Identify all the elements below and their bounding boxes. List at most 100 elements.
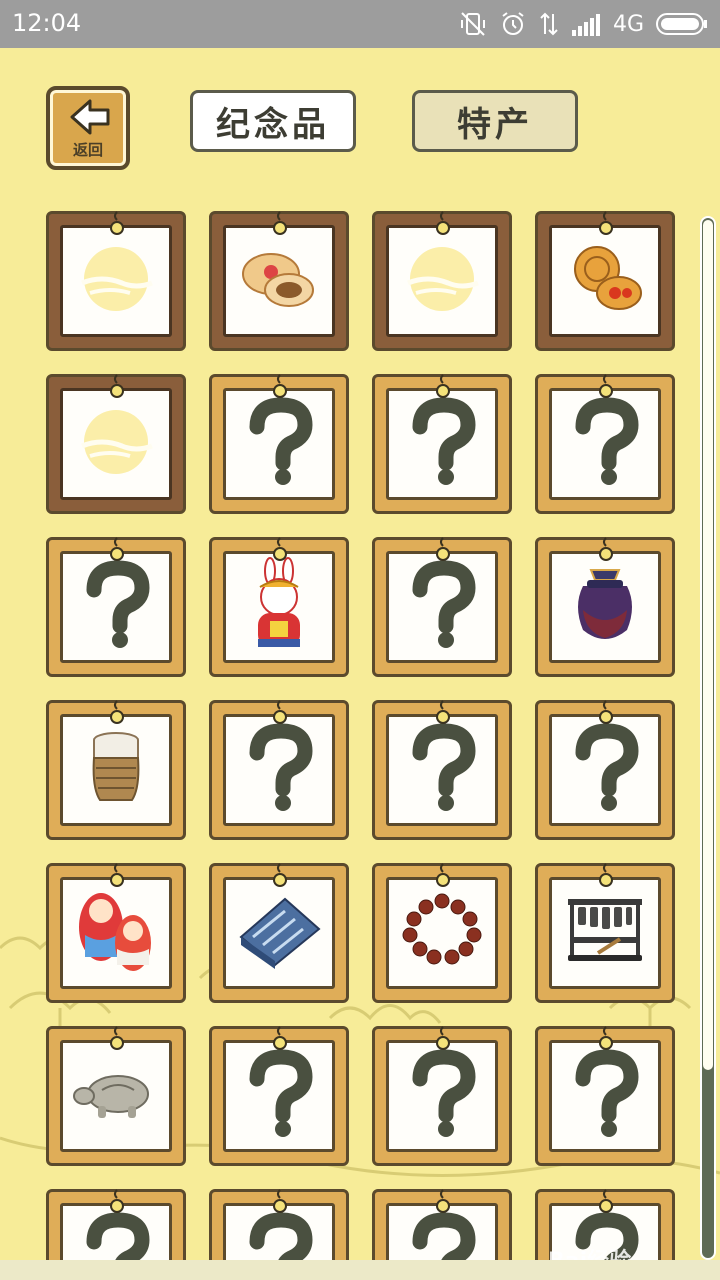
bells-icon bbox=[562, 893, 648, 973]
hanging-hook-icon bbox=[272, 536, 288, 564]
status-icons: 4G bbox=[459, 8, 708, 40]
prayer-beads-icon bbox=[398, 891, 486, 975]
back-label: 返回 bbox=[72, 141, 103, 159]
souvenir-card[interactable] bbox=[46, 700, 186, 840]
souvenir-card[interactable] bbox=[535, 1026, 675, 1166]
hanging-hook-icon bbox=[109, 1188, 125, 1216]
souvenir-card[interactable] bbox=[46, 1189, 186, 1260]
card-content bbox=[386, 388, 498, 500]
souvenir-card[interactable] bbox=[372, 863, 512, 1003]
hanging-hook-icon bbox=[109, 536, 125, 564]
hanging-hook-icon bbox=[109, 699, 125, 727]
hanging-hook-icon bbox=[598, 1188, 614, 1216]
hanging-hook-icon bbox=[598, 210, 614, 238]
card-content bbox=[386, 714, 498, 826]
card-content bbox=[223, 225, 335, 337]
mooncake-icon bbox=[563, 243, 647, 319]
question-mark-icon bbox=[402, 1049, 482, 1143]
souvenir-card[interactable] bbox=[46, 374, 186, 514]
souvenir-card[interactable] bbox=[209, 863, 349, 1003]
data-transfer-icon bbox=[540, 12, 558, 36]
card-content bbox=[549, 877, 661, 989]
jar-icon bbox=[569, 564, 641, 650]
hanging-hook-icon bbox=[435, 536, 451, 564]
hanging-hook-icon bbox=[109, 1025, 125, 1053]
alarm-icon bbox=[502, 12, 524, 35]
souvenir-card[interactable] bbox=[372, 211, 512, 351]
hanging-hook-icon bbox=[598, 536, 614, 564]
souvenir-card[interactable] bbox=[372, 374, 512, 514]
souvenir-card[interactable] bbox=[209, 537, 349, 677]
card-content bbox=[549, 1040, 661, 1152]
question-mark-icon bbox=[565, 1049, 645, 1143]
souvenir-card[interactable] bbox=[535, 863, 675, 1003]
hanging-hook-icon bbox=[435, 1025, 451, 1053]
question-mark-icon bbox=[239, 1212, 319, 1260]
souvenir-card[interactable] bbox=[372, 537, 512, 677]
souvenir-card[interactable] bbox=[46, 1026, 186, 1166]
question-mark-icon bbox=[76, 560, 156, 654]
souvenir-card[interactable] bbox=[372, 700, 512, 840]
hanging-hook-icon bbox=[435, 699, 451, 727]
card-content bbox=[386, 551, 498, 663]
souvenir-card[interactable] bbox=[372, 1189, 512, 1260]
hanging-hook-icon bbox=[272, 1188, 288, 1216]
moon-placeholder-icon bbox=[402, 239, 482, 323]
card-content bbox=[223, 388, 335, 500]
tab-specialty[interactable]: 特产 bbox=[412, 90, 578, 152]
souvenir-card[interactable] bbox=[46, 537, 186, 677]
card-content bbox=[223, 714, 335, 826]
back-button[interactable]: 返回 bbox=[46, 86, 130, 170]
souvenir-card[interactable] bbox=[46, 863, 186, 1003]
moon-placeholder-icon bbox=[76, 239, 156, 323]
bottom-bar bbox=[0, 1260, 720, 1280]
scrollbar-thumb[interactable] bbox=[703, 220, 713, 1070]
souvenir-card[interactable] bbox=[209, 1189, 349, 1260]
pastry-icon bbox=[237, 244, 321, 318]
card-content bbox=[223, 551, 335, 663]
tab-souvenir[interactable]: 纪念品 bbox=[190, 90, 356, 152]
question-mark-icon bbox=[402, 723, 482, 817]
souvenir-card[interactable] bbox=[209, 1026, 349, 1166]
souvenir-card[interactable] bbox=[535, 374, 675, 514]
card-content bbox=[549, 388, 661, 500]
hanging-hook-icon bbox=[598, 699, 614, 727]
moon-placeholder-icon bbox=[76, 402, 156, 486]
card-content bbox=[549, 714, 661, 826]
souvenir-card[interactable] bbox=[209, 211, 349, 351]
question-mark-icon bbox=[402, 397, 482, 491]
card-content bbox=[386, 877, 498, 989]
battery-icon bbox=[656, 13, 707, 35]
souvenir-card[interactable] bbox=[535, 700, 675, 840]
souvenir-card[interactable] bbox=[209, 374, 349, 514]
question-mark-icon bbox=[402, 560, 482, 654]
signal-icon bbox=[571, 14, 600, 36]
souvenir-card[interactable] bbox=[535, 211, 675, 351]
scrollbar[interactable] bbox=[700, 216, 716, 1260]
hanging-hook-icon bbox=[598, 373, 614, 401]
question-mark-icon bbox=[239, 397, 319, 491]
card-content bbox=[60, 388, 172, 500]
card-content bbox=[60, 877, 172, 989]
souvenir-card[interactable] bbox=[535, 537, 675, 677]
stone-turtle-icon bbox=[72, 1064, 160, 1128]
card-content bbox=[549, 225, 661, 337]
hanging-hook-icon bbox=[598, 1025, 614, 1053]
hanging-hook-icon bbox=[435, 1188, 451, 1216]
hanging-hook-icon bbox=[272, 373, 288, 401]
card-content bbox=[60, 714, 172, 826]
hanging-hook-icon bbox=[109, 373, 125, 401]
question-mark-icon bbox=[402, 1212, 482, 1260]
hanging-hook-icon bbox=[598, 862, 614, 890]
card-content bbox=[60, 1040, 172, 1152]
card-content bbox=[223, 1040, 335, 1152]
rabbit-figure-icon bbox=[244, 557, 314, 657]
souvenir-card[interactable] bbox=[209, 700, 349, 840]
card-content bbox=[549, 551, 661, 663]
status-time: 12:04 bbox=[12, 9, 82, 37]
hanging-hook-icon bbox=[435, 862, 451, 890]
question-mark-icon bbox=[565, 723, 645, 817]
souvenir-card[interactable] bbox=[372, 1026, 512, 1166]
card-content bbox=[386, 1040, 498, 1152]
souvenir-card[interactable] bbox=[46, 211, 186, 351]
